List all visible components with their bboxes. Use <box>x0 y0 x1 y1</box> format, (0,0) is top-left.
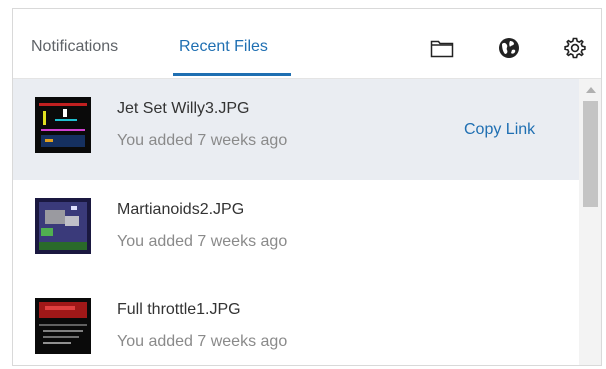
gear-icon[interactable] <box>562 35 588 61</box>
recent-files-panel: Notifications Recent Files Jet Set Willy… <box>12 8 602 366</box>
file-thumbnail <box>35 198 91 254</box>
file-name: Martianoids2.JPG <box>117 201 245 218</box>
vertical-scrollbar[interactable] <box>579 79 601 365</box>
file-thumbnail <box>35 298 91 354</box>
file-added-time: You added 7 weeks ago <box>117 333 288 350</box>
scrollbar-thumb[interactable] <box>583 101 598 207</box>
tab-recent-files[interactable]: Recent Files <box>179 37 268 57</box>
folder-icon[interactable] <box>429 35 455 61</box>
file-name: Jet Set Willy3.JPG <box>117 100 250 117</box>
recent-files-list: Jet Set Willy3.JPG You added 7 weeks ago… <box>13 79 579 365</box>
copy-link-button[interactable]: Copy Link <box>464 120 535 140</box>
panel-header: Notifications Recent Files <box>13 9 601 79</box>
file-name: Full throttle1.JPG <box>117 301 241 318</box>
file-thumbnail <box>35 97 91 153</box>
file-added-time: You added 7 weeks ago <box>117 132 288 149</box>
scroll-up-arrow-icon[interactable] <box>579 83 601 97</box>
file-added-time: You added 7 weeks ago <box>117 233 288 250</box>
globe-icon[interactable] <box>496 35 522 61</box>
list-item[interactable]: Full throttle1.JPG You added 7 weeks ago <box>13 280 579 365</box>
list-item[interactable]: Jet Set Willy3.JPG You added 7 weeks ago… <box>13 79 579 180</box>
active-tab-indicator <box>173 73 291 76</box>
list-item[interactable]: Martianoids2.JPG You added 7 weeks ago <box>13 180 579 280</box>
tab-notifications[interactable]: Notifications <box>31 37 118 57</box>
